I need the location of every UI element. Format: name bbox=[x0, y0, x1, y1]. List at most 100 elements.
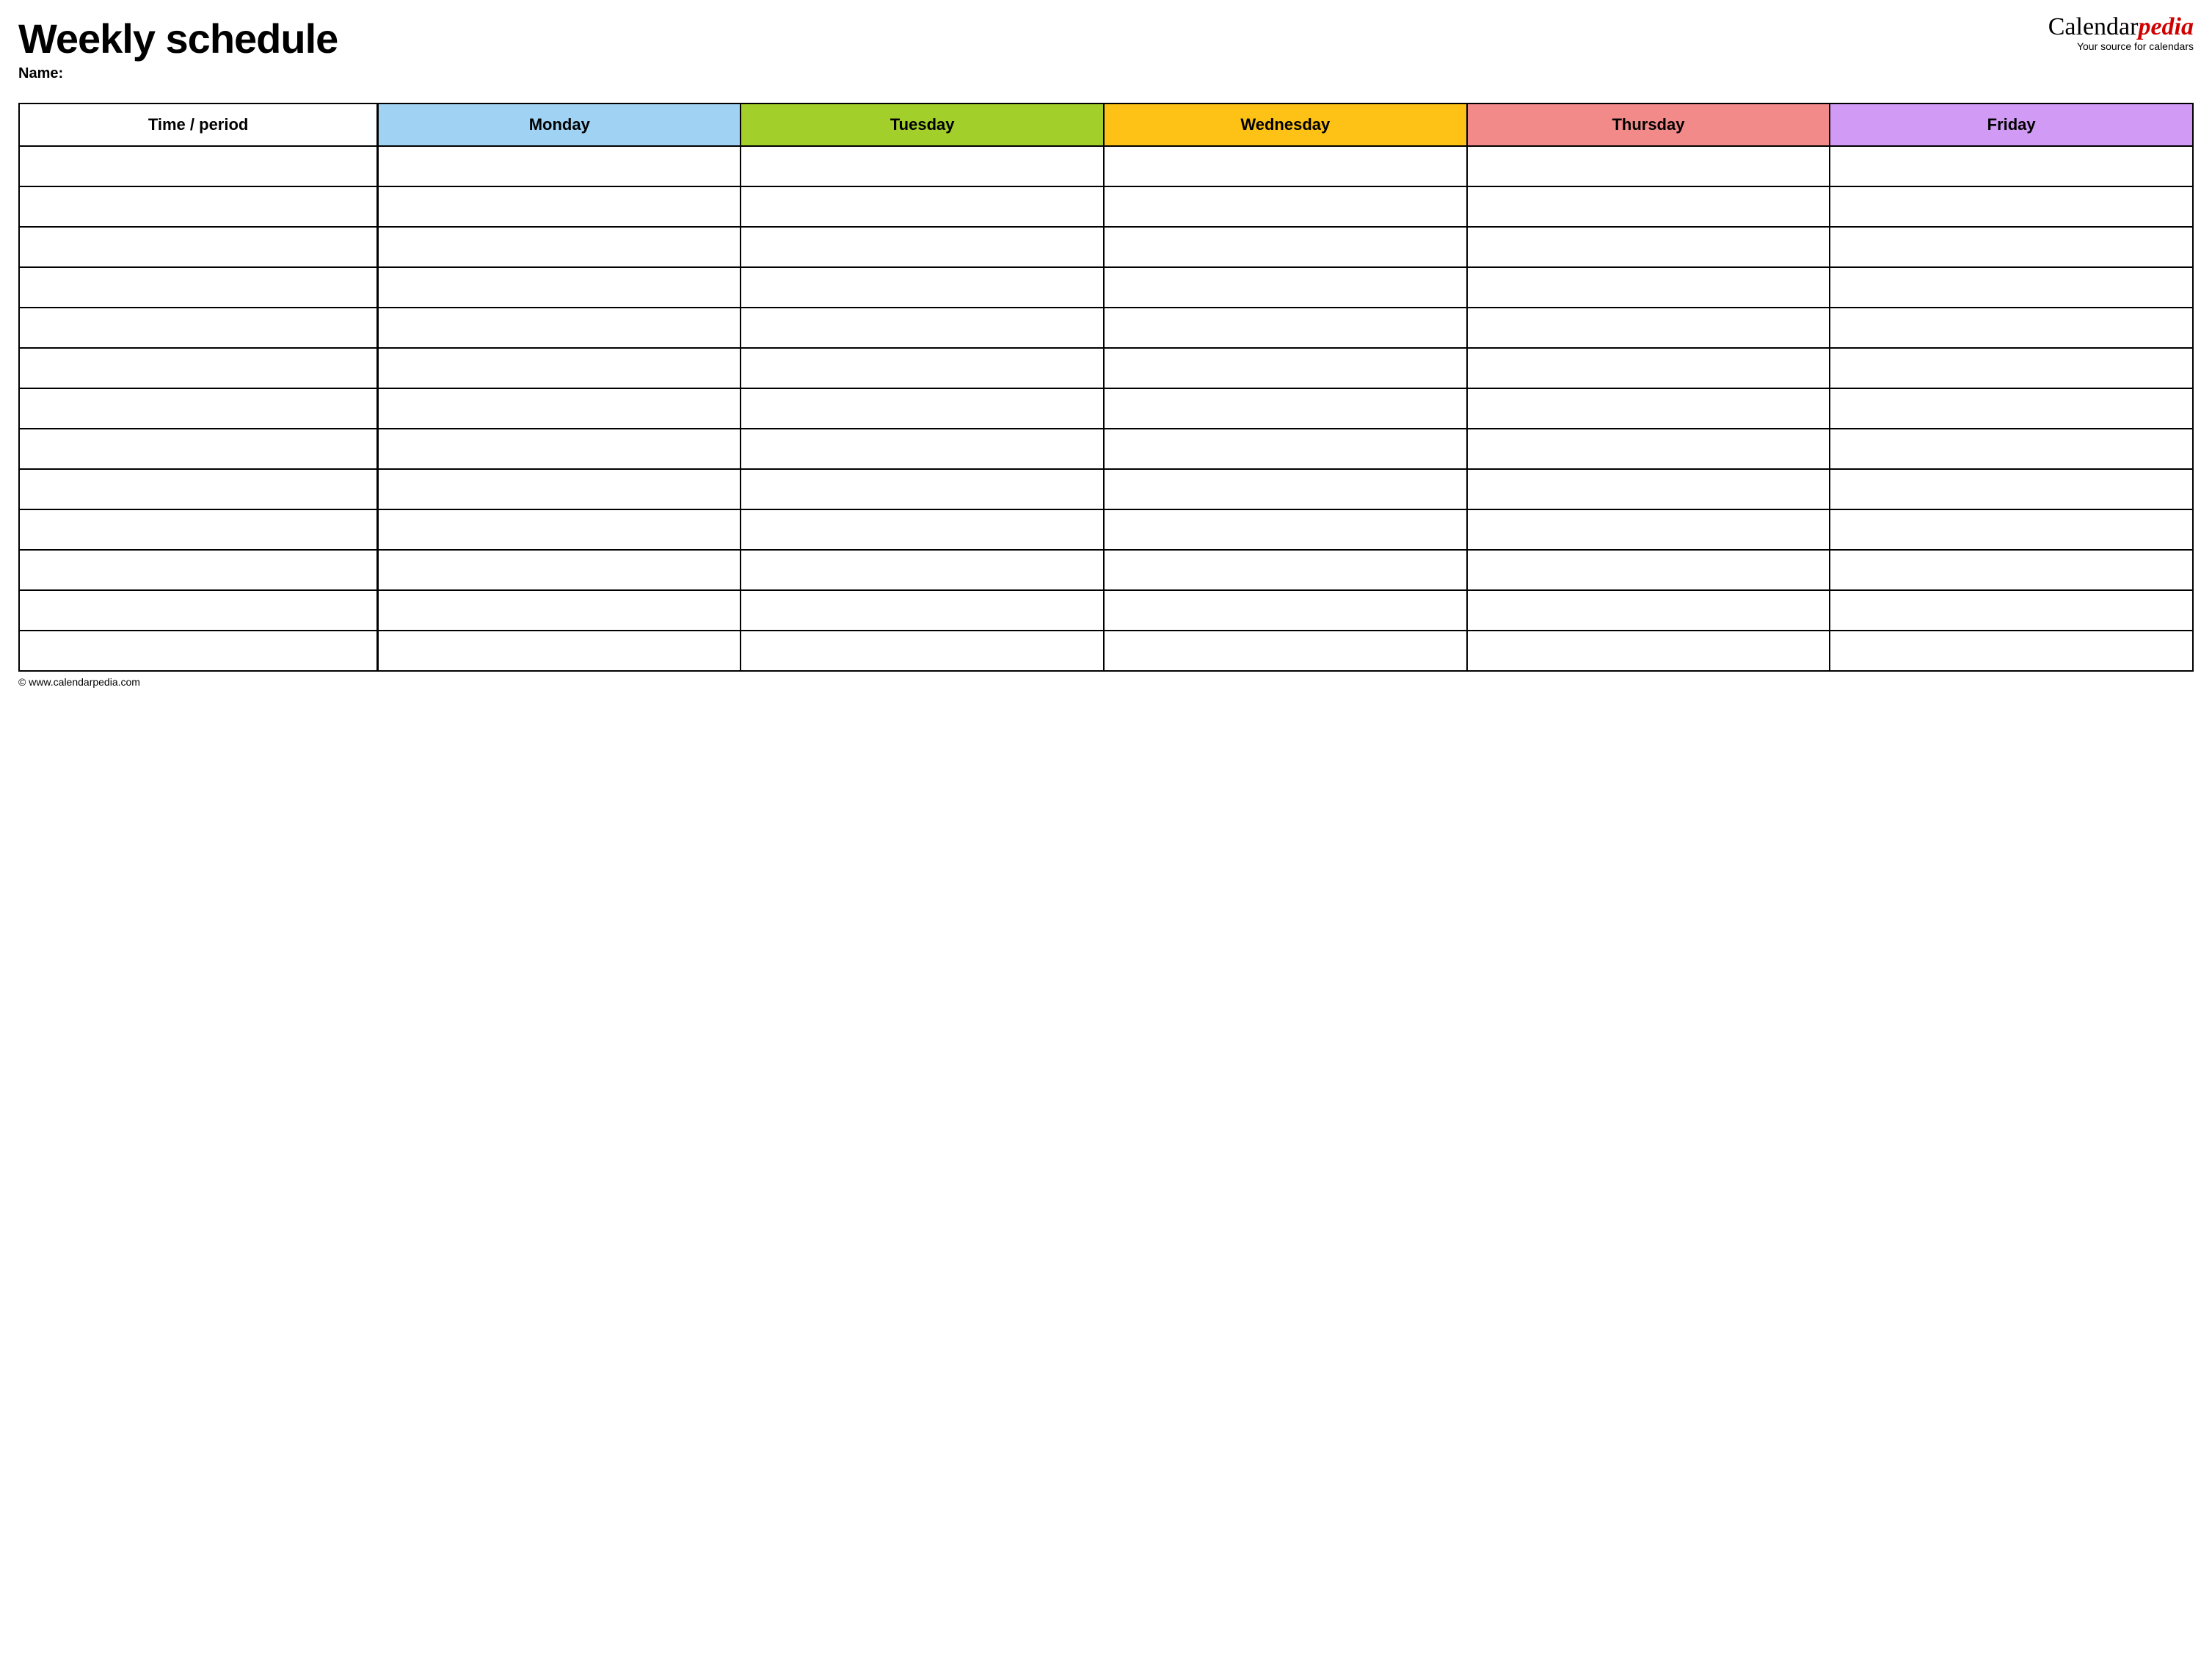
schedule-cell[interactable] bbox=[378, 509, 741, 550]
brand-name: Calendarpedia bbox=[2048, 15, 2194, 40]
table-row bbox=[19, 590, 2193, 631]
schedule-cell[interactable] bbox=[1467, 590, 1830, 631]
time-cell[interactable] bbox=[19, 469, 378, 509]
schedule-cell[interactable] bbox=[1467, 388, 1830, 429]
schedule-cell[interactable] bbox=[378, 308, 741, 348]
schedule-cell[interactable] bbox=[1467, 227, 1830, 267]
time-cell[interactable] bbox=[19, 631, 378, 671]
time-cell[interactable] bbox=[19, 267, 378, 308]
schedule-cell[interactable] bbox=[1830, 308, 2193, 348]
time-cell[interactable] bbox=[19, 186, 378, 227]
schedule-cell[interactable] bbox=[1830, 227, 2193, 267]
schedule-cell[interactable] bbox=[741, 267, 1104, 308]
schedule-cell[interactable] bbox=[1104, 429, 1467, 469]
schedule-cell[interactable] bbox=[741, 631, 1104, 671]
schedule-cell[interactable] bbox=[1467, 469, 1830, 509]
schedule-cell[interactable] bbox=[1830, 429, 2193, 469]
time-cell[interactable] bbox=[19, 388, 378, 429]
time-period-header: Time / period bbox=[19, 104, 378, 146]
schedule-cell[interactable] bbox=[1467, 146, 1830, 186]
schedule-cell[interactable] bbox=[1104, 550, 1467, 590]
schedule-cell[interactable] bbox=[1467, 348, 1830, 388]
table-row bbox=[19, 267, 2193, 308]
table-row bbox=[19, 227, 2193, 267]
schedule-cell[interactable] bbox=[1104, 509, 1467, 550]
schedule-cell[interactable] bbox=[1830, 146, 2193, 186]
schedule-cell[interactable] bbox=[1467, 267, 1830, 308]
schedule-cell[interactable] bbox=[1467, 429, 1830, 469]
schedule-body bbox=[19, 146, 2193, 671]
table-row bbox=[19, 348, 2193, 388]
schedule-cell[interactable] bbox=[741, 550, 1104, 590]
schedule-cell[interactable] bbox=[1467, 509, 1830, 550]
schedule-cell[interactable] bbox=[1830, 388, 2193, 429]
name-label: Name: bbox=[18, 65, 2194, 82]
schedule-cell[interactable] bbox=[1830, 267, 2193, 308]
schedule-cell[interactable] bbox=[1104, 267, 1467, 308]
schedule-cell[interactable] bbox=[1467, 308, 1830, 348]
table-row bbox=[19, 631, 2193, 671]
table-row bbox=[19, 509, 2193, 550]
schedule-cell[interactable] bbox=[741, 388, 1104, 429]
time-cell[interactable] bbox=[19, 550, 378, 590]
schedule-cell[interactable] bbox=[1830, 348, 2193, 388]
time-cell[interactable] bbox=[19, 590, 378, 631]
schedule-cell[interactable] bbox=[1830, 550, 2193, 590]
schedule-cell[interactable] bbox=[1830, 469, 2193, 509]
time-cell[interactable] bbox=[19, 146, 378, 186]
schedule-cell[interactable] bbox=[1830, 509, 2193, 550]
schedule-cell[interactable] bbox=[741, 308, 1104, 348]
day-header-thursday: Thursday bbox=[1467, 104, 1830, 146]
schedule-cell[interactable] bbox=[378, 227, 741, 267]
schedule-cell[interactable] bbox=[378, 348, 741, 388]
time-cell[interactable] bbox=[19, 348, 378, 388]
schedule-cell[interactable] bbox=[741, 590, 1104, 631]
day-header-monday: Monday bbox=[378, 104, 741, 146]
day-header-friday: Friday bbox=[1830, 104, 2193, 146]
schedule-cell[interactable] bbox=[378, 631, 741, 671]
schedule-cell[interactable] bbox=[1104, 186, 1467, 227]
schedule-cell[interactable] bbox=[1830, 590, 2193, 631]
schedule-cell[interactable] bbox=[378, 550, 741, 590]
schedule-cell[interactable] bbox=[1104, 469, 1467, 509]
schedule-cell[interactable] bbox=[1104, 227, 1467, 267]
schedule-cell[interactable] bbox=[378, 429, 741, 469]
time-cell[interactable] bbox=[19, 308, 378, 348]
day-header-tuesday: Tuesday bbox=[741, 104, 1104, 146]
schedule-cell[interactable] bbox=[378, 146, 741, 186]
schedule-cell[interactable] bbox=[741, 469, 1104, 509]
brand-prefix: Calendar bbox=[2048, 13, 2139, 40]
schedule-cell[interactable] bbox=[378, 186, 741, 227]
schedule-cell[interactable] bbox=[1467, 186, 1830, 227]
footer-copyright: © www.calendarpedia.com bbox=[18, 676, 2194, 688]
table-header-row: Time / period Monday Tuesday Wednesday T… bbox=[19, 104, 2193, 146]
header: Weekly schedule Calendarpedia Your sourc… bbox=[18, 15, 2194, 62]
schedule-cell[interactable] bbox=[378, 469, 741, 509]
schedule-cell[interactable] bbox=[1467, 550, 1830, 590]
schedule-cell[interactable] bbox=[378, 590, 741, 631]
schedule-cell[interactable] bbox=[1104, 348, 1467, 388]
schedule-cell[interactable] bbox=[741, 146, 1104, 186]
schedule-cell[interactable] bbox=[741, 429, 1104, 469]
time-cell[interactable] bbox=[19, 429, 378, 469]
table-row bbox=[19, 388, 2193, 429]
day-header-wednesday: Wednesday bbox=[1104, 104, 1467, 146]
schedule-cell[interactable] bbox=[741, 186, 1104, 227]
schedule-cell[interactable] bbox=[1830, 186, 2193, 227]
schedule-cell[interactable] bbox=[1104, 308, 1467, 348]
schedule-cell[interactable] bbox=[741, 348, 1104, 388]
schedule-cell[interactable] bbox=[378, 388, 741, 429]
schedule-cell[interactable] bbox=[1104, 590, 1467, 631]
schedule-cell[interactable] bbox=[1104, 631, 1467, 671]
schedule-cell[interactable] bbox=[1104, 146, 1467, 186]
schedule-cell[interactable] bbox=[741, 227, 1104, 267]
schedule-cell[interactable] bbox=[1104, 388, 1467, 429]
time-cell[interactable] bbox=[19, 227, 378, 267]
table-row bbox=[19, 429, 2193, 469]
schedule-cell[interactable] bbox=[741, 509, 1104, 550]
schedule-cell[interactable] bbox=[1467, 631, 1830, 671]
time-cell[interactable] bbox=[19, 509, 378, 550]
table-row bbox=[19, 469, 2193, 509]
schedule-cell[interactable] bbox=[1830, 631, 2193, 671]
schedule-cell[interactable] bbox=[378, 267, 741, 308]
